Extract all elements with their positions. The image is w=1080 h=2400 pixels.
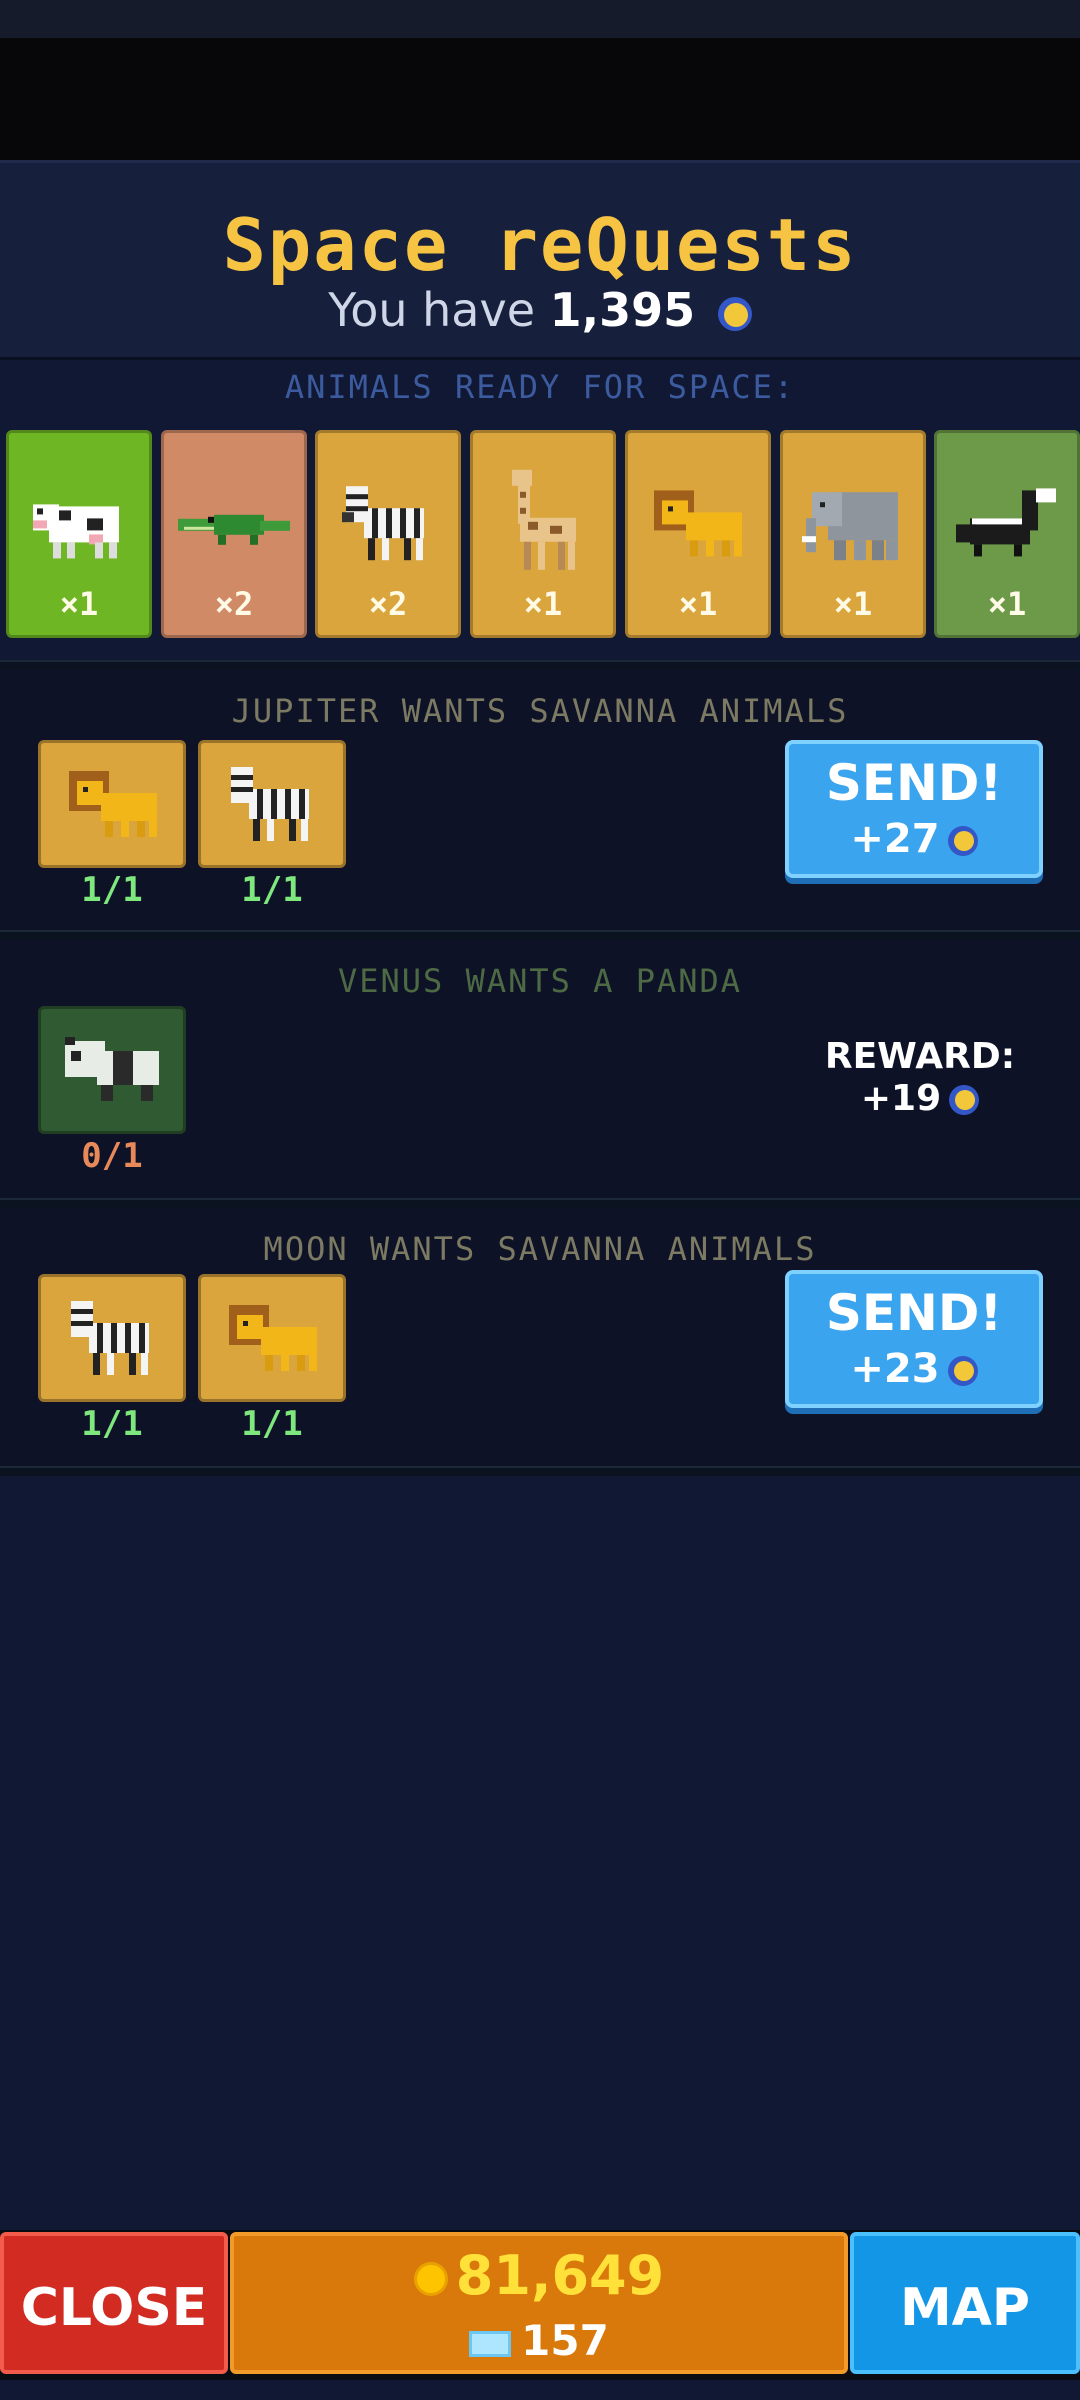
gem-icon — [469, 2330, 512, 2357]
animals-ready-label: ANIMALS READY FOR SPACE: — [284, 368, 796, 406]
zebra-icon — [231, 767, 309, 841]
request-title: MOON WANTS SAVANNA ANIMALS — [263, 1230, 817, 1268]
balance-prefix: You have — [328, 283, 535, 337]
animal-count: ×1 — [523, 585, 563, 623]
close-button[interactable]: CLOSE — [0, 2232, 228, 2374]
reward-amount: +23 — [850, 1346, 940, 1392]
coin-balance: 81,649 — [234, 2244, 844, 2307]
request-jupiter: JUPITER WANTS SAVANNA ANIMALS 1/1 1/1 SE… — [0, 670, 1080, 930]
zebra-icon — [342, 486, 424, 561]
map-label: MAP — [899, 2278, 1031, 2338]
coin-icon — [413, 2262, 448, 2297]
balance-readout: You have 1,395 — [0, 283, 1080, 337]
skunk-icon — [956, 488, 1056, 557]
animal-count: ×1 — [59, 585, 99, 623]
animal-card-skunk[interactable]: ×1 — [934, 430, 1080, 638]
section-divider — [0, 1466, 1080, 1476]
animals-ready-row: ×1 ×2 ×2 ×1 ×1 ×1 ×1 — [0, 430, 1080, 640]
coin-amount: 81,649 — [455, 2244, 665, 2307]
request-title: VENUS WANTS A PANDA — [337, 962, 743, 1000]
map-button[interactable]: MAP — [850, 2232, 1080, 2374]
request-venus: VENUS WANTS A PANDA 0/1 REWARD: +19 — [0, 940, 1080, 1198]
send-label: SEND! — [825, 754, 1003, 812]
reward-value: +19 — [800, 1078, 1040, 1119]
request-slot-zebra — [38, 1274, 186, 1402]
balance-value: 1,395 — [549, 283, 696, 337]
gem-amount: 157 — [521, 2316, 609, 2365]
reward-amount: +19 — [860, 1078, 942, 1119]
request-slot-panda — [38, 1006, 186, 1134]
animal-card-lion[interactable]: ×1 — [625, 430, 771, 638]
header-panel: Space reQuests You have 1,395 — [0, 160, 1080, 360]
top-band — [0, 38, 1080, 160]
animal-card-crocodile[interactable]: ×2 — [161, 430, 307, 638]
animal-count: ×2 — [368, 585, 408, 623]
page-title: Space reQuests — [222, 203, 858, 287]
animal-card-cow[interactable]: ×1 — [6, 430, 152, 638]
animal-count: ×2 — [214, 585, 254, 623]
send-reward: +27 — [789, 816, 1039, 862]
lion-icon — [69, 771, 157, 837]
send-button-jupiter[interactable]: SEND! +27 — [785, 740, 1043, 878]
reward-label: REWARD: — [824, 1036, 1016, 1077]
send-label: SEND! — [825, 1284, 1003, 1342]
request-slot-lion — [198, 1274, 346, 1402]
animal-count: ×1 — [833, 585, 873, 623]
moon-token-icon — [949, 1085, 980, 1115]
close-label: CLOSE — [20, 2278, 208, 2338]
send-reward: +23 — [789, 1346, 1039, 1392]
moon-token-icon — [947, 1356, 978, 1386]
request-progress: 1/1 — [81, 1404, 143, 1444]
request-title: JUPITER WANTS SAVANNA ANIMALS — [231, 692, 849, 730]
animal-card-zebra[interactable]: ×2 — [315, 430, 461, 638]
moon-token-icon — [947, 826, 978, 856]
request-moon: MOON WANTS SAVANNA ANIMALS 1/1 1/1 SEND!… — [0, 1208, 1080, 1466]
request-slot-lion — [38, 740, 186, 868]
section-divider — [0, 1198, 1080, 1208]
reward-amount: +27 — [850, 816, 940, 862]
elephant-icon — [802, 492, 898, 561]
cow-icon — [33, 504, 119, 559]
request-progress: 1/1 — [81, 870, 143, 910]
animal-count: ×1 — [987, 585, 1027, 623]
panda-icon — [65, 1037, 159, 1101]
zebra-icon — [71, 1301, 149, 1375]
request-progress: 1/1 — [241, 1404, 303, 1444]
crocodile-icon — [178, 514, 290, 545]
moon-token-icon — [717, 296, 752, 331]
section-divider — [0, 930, 1080, 940]
animal-count: ×1 — [678, 585, 718, 623]
giraffe-icon — [512, 469, 576, 570]
send-button-moon[interactable]: SEND! +23 — [785, 1270, 1043, 1408]
request-slot-zebra — [198, 740, 346, 868]
request-progress: 1/1 — [241, 870, 303, 910]
section-divider — [0, 660, 1080, 670]
animal-card-giraffe[interactable]: ×1 — [470, 430, 616, 638]
gem-balance: 157 — [234, 2316, 844, 2365]
currency-panel: 81,649 157 — [230, 2232, 848, 2374]
animal-card-elephant[interactable]: ×1 — [780, 430, 926, 638]
lion-icon — [654, 490, 742, 557]
status-strip — [0, 0, 1080, 38]
lion-icon — [229, 1305, 317, 1371]
request-progress: 0/1 — [81, 1136, 143, 1176]
